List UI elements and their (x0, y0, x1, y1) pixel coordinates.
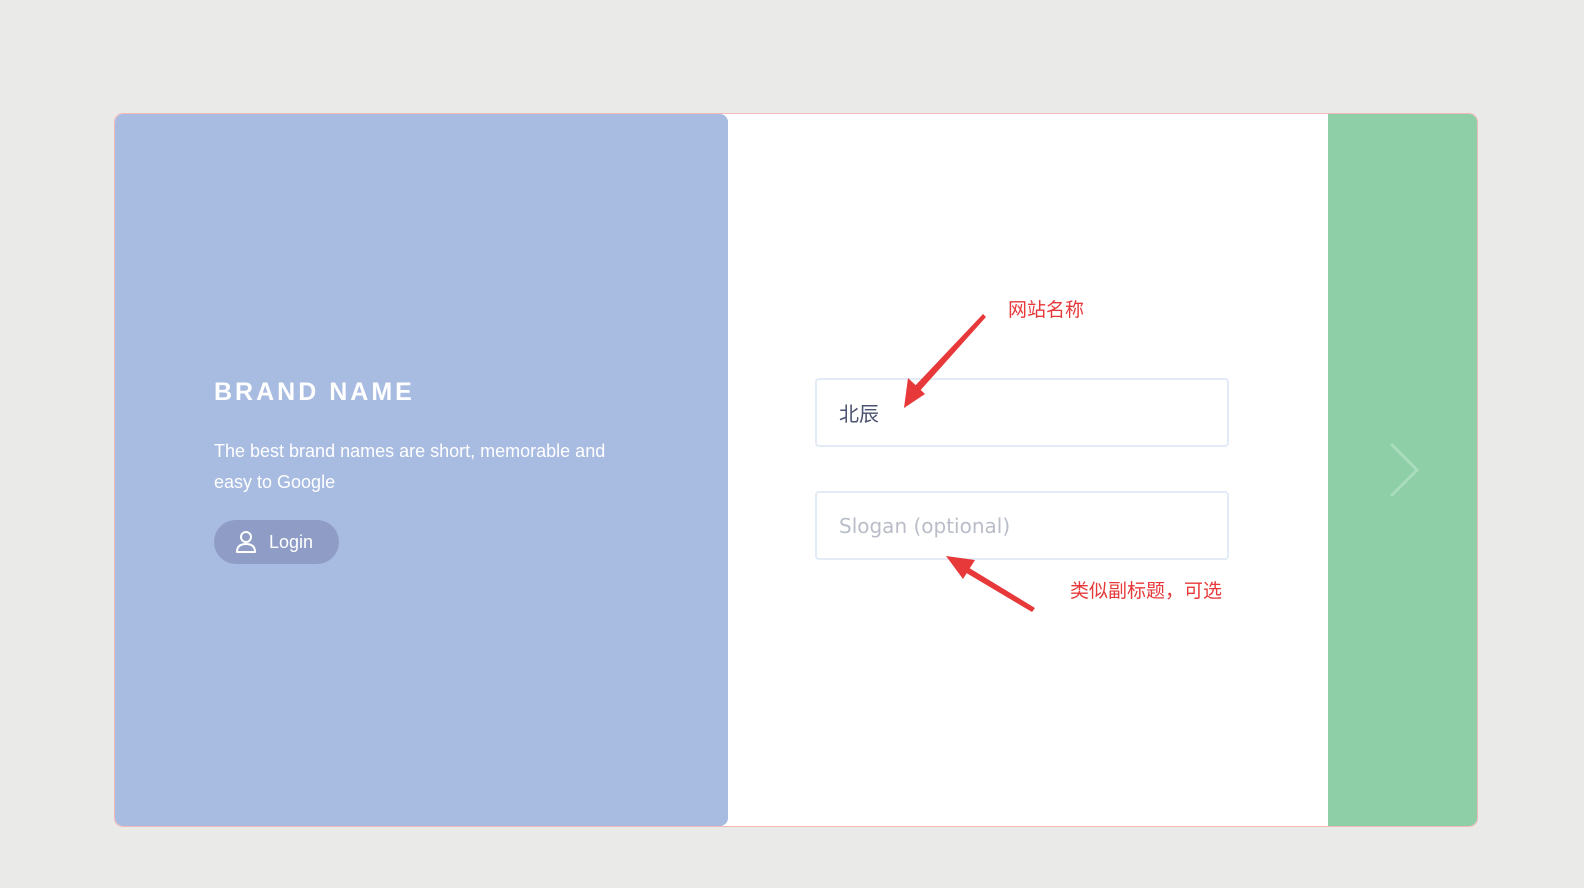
brand-panel: BRAND NAME The best brand names are shor… (115, 114, 728, 826)
next-panel[interactable] (1328, 114, 1477, 826)
chevron-right-icon[interactable] (1387, 440, 1421, 500)
brand-title: BRAND NAME (214, 378, 415, 406)
page: BRAND NAME The best brand names are shor… (0, 0, 1584, 888)
slogan-input[interactable] (815, 491, 1229, 560)
login-button[interactable]: Login (214, 520, 339, 564)
form-panel (728, 114, 1328, 826)
brand-description: The best brand names are short, memorabl… (214, 441, 606, 492)
user-icon (235, 530, 257, 554)
slogan-annotation: 类似副标题，可选 (1070, 580, 1223, 602)
site-name-annotation: 网站名称 (1008, 299, 1085, 321)
site-name-input[interactable] (815, 378, 1229, 447)
setup-card: BRAND NAME The best brand names are shor… (115, 114, 1477, 826)
login-label: Login (269, 531, 314, 552)
